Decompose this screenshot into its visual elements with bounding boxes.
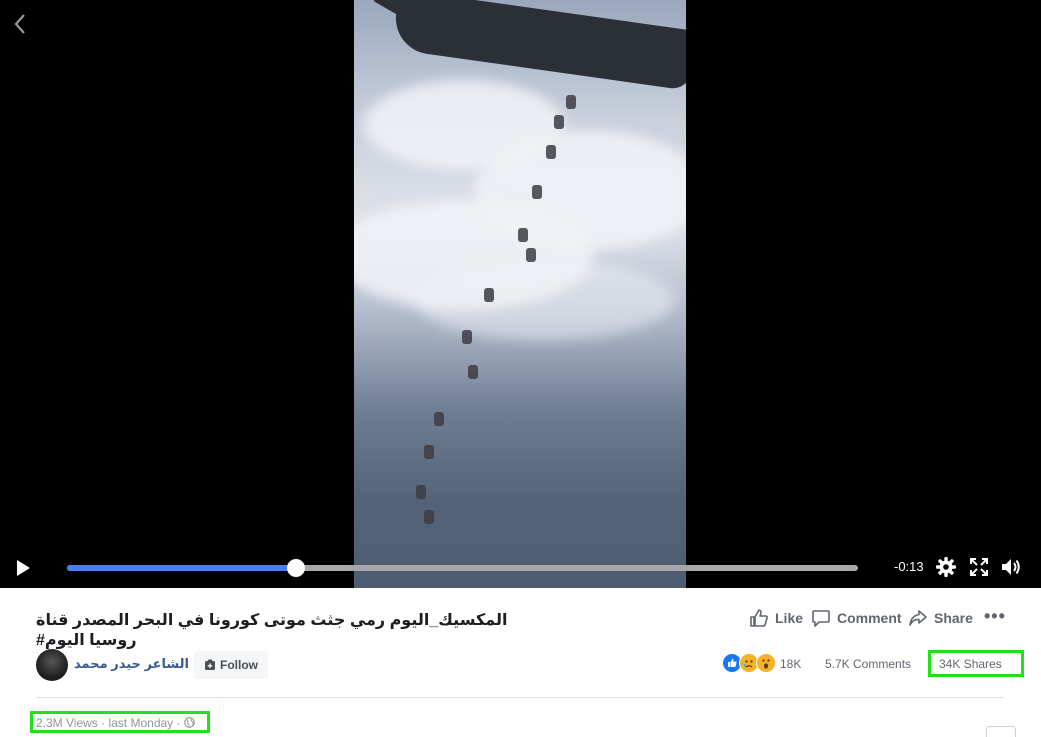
falling-figure (554, 115, 564, 129)
reactions-count[interactable]: 18K (780, 657, 801, 671)
falling-figure (518, 228, 528, 242)
falling-figure (526, 248, 536, 262)
shares-highlight-box (928, 650, 1024, 677)
falling-figure (424, 510, 434, 524)
post-title: المكسيك_اليوم رمي جثث موتى كورونا في الب… (36, 612, 508, 649)
falling-figure (416, 485, 426, 499)
follow-icon (205, 659, 215, 670)
divider (36, 697, 1004, 698)
falling-figure (434, 412, 444, 426)
comments-count[interactable]: 5.7K Comments (825, 657, 911, 671)
comment-button[interactable]: Comment (811, 608, 902, 628)
falling-figure (462, 330, 472, 344)
wow-reaction-icon (756, 653, 776, 673)
progress-fill (67, 565, 297, 571)
scroll-corner-box[interactable] (986, 726, 1016, 737)
follow-button[interactable]: Follow (194, 651, 268, 679)
follow-label: Follow (220, 658, 258, 672)
volume-icon[interactable] (1000, 556, 1022, 578)
player-controls: -0:13 (0, 545, 1041, 588)
fullscreen-icon[interactable] (968, 556, 990, 578)
progress-bar[interactable] (67, 559, 858, 577)
share-label: Share (934, 610, 973, 626)
play-icon[interactable] (12, 557, 34, 579)
author-name[interactable]: الشاعر حيدر محمد (74, 656, 189, 672)
settings-icon[interactable] (935, 556, 957, 578)
like-icon (750, 609, 768, 627)
reactions-icons[interactable] (722, 653, 778, 673)
comment-icon (812, 610, 830, 627)
video-frame[interactable] (354, 0, 686, 588)
cloud (414, 260, 674, 340)
back-icon[interactable] (10, 12, 30, 36)
author-avatar[interactable] (36, 649, 68, 681)
time-remaining: -0:13 (894, 559, 924, 574)
falling-figure (484, 288, 494, 302)
falling-figure (468, 365, 478, 379)
falling-figure (546, 145, 556, 159)
video-player[interactable]: -0:13 (0, 0, 1041, 588)
more-options-button[interactable]: ••• (984, 606, 1006, 627)
views-highlight-box (30, 711, 210, 733)
like-button[interactable]: Like (749, 608, 803, 628)
comment-label: Comment (837, 610, 902, 626)
falling-figure (566, 95, 576, 109)
falling-figure (532, 185, 542, 199)
falling-figure (424, 445, 434, 459)
like-label: Like (775, 610, 804, 626)
share-icon (909, 610, 927, 626)
share-button[interactable]: Share (908, 608, 973, 628)
progress-scrubber[interactable] (287, 559, 306, 577)
